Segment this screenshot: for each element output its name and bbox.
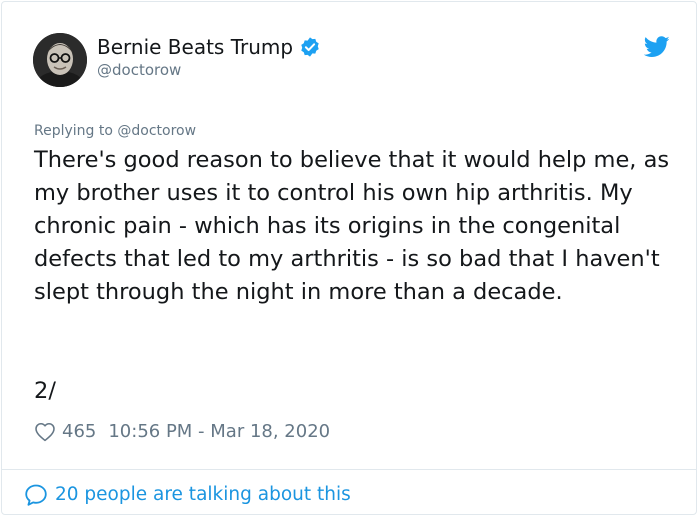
thread-number: 2/ bbox=[34, 378, 56, 404]
replying-handle-link[interactable]: @doctorow bbox=[117, 123, 196, 139]
replying-prefix: Replying to bbox=[34, 123, 113, 139]
talking-about-text[interactable]: 20 people are talking about this bbox=[55, 482, 351, 508]
like-count[interactable]: 465 bbox=[62, 419, 96, 445]
tweet-text: There's good reason to believe that it w… bbox=[34, 147, 670, 305]
divider bbox=[2, 469, 696, 470]
twitter-bird-icon[interactable] bbox=[643, 36, 670, 58]
avatar-photo-icon bbox=[33, 33, 87, 87]
tweet-meta-row: 465 10:56 PM - Mar 18, 2020 bbox=[34, 419, 330, 445]
tweet-timestamp[interactable]: 10:56 PM - Mar 18, 2020 bbox=[108, 419, 330, 445]
avatar[interactable] bbox=[33, 33, 87, 87]
author-name-row[interactable]: Bernie Beats Trump bbox=[97, 34, 321, 60]
tweet-card: Bernie Beats Trump @doctorow Replying to… bbox=[1, 1, 697, 515]
speech-bubble-icon bbox=[24, 483, 48, 507]
author-handle[interactable]: @doctorow bbox=[97, 60, 181, 80]
heart-icon[interactable] bbox=[34, 421, 56, 443]
author-display-name[interactable]: Bernie Beats Trump bbox=[97, 34, 293, 60]
verified-badge-icon bbox=[299, 36, 321, 58]
replying-to: Replying to @doctorow bbox=[34, 122, 196, 140]
conversation-link[interactable]: 20 people are talking about this bbox=[24, 482, 351, 508]
